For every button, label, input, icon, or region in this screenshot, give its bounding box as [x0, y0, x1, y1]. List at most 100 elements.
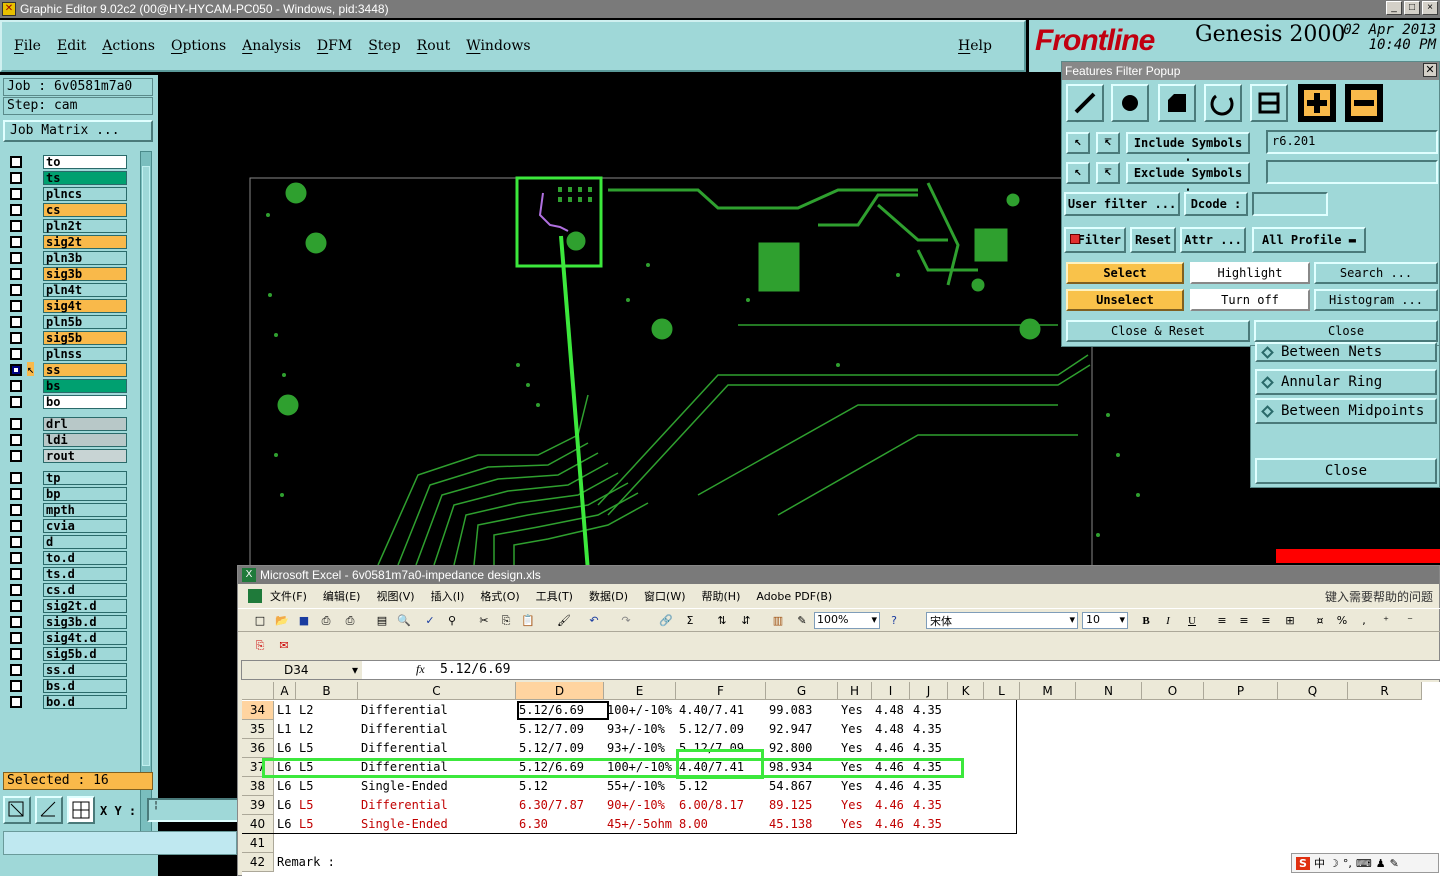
table-cell[interactable]: Yes: [838, 796, 863, 815]
layer-checkbox[interactable]: [10, 252, 22, 264]
layer-name[interactable]: ts: [43, 171, 127, 185]
secondary-close-button[interactable]: Close: [1255, 458, 1437, 484]
permission-icon[interactable]: ⎙: [318, 613, 334, 629]
between-nets-option[interactable]: Between Nets: [1255, 342, 1437, 362]
menu-rout[interactable]: Rout: [417, 38, 451, 54]
layer-row[interactable]: sig5b: [7, 331, 127, 345]
layer-name[interactable]: rout: [43, 449, 127, 463]
column-header-m[interactable]: M: [1020, 682, 1076, 700]
paste-icon[interactable]: 📋: [520, 613, 536, 629]
layer-checkbox[interactable]: [10, 204, 22, 216]
layer-row[interactable]: sig4t.d: [7, 631, 127, 645]
layer-row[interactable]: ldi: [7, 433, 127, 447]
annular-ring-option[interactable]: Annular Ring: [1255, 369, 1437, 395]
layer-checkbox[interactable]: [10, 300, 22, 312]
layer-name[interactable]: drl: [43, 417, 127, 431]
sort-desc-icon[interactable]: ⇵: [738, 613, 754, 629]
menu-dfm[interactable]: DFM: [317, 38, 352, 54]
layer-name[interactable]: bp: [43, 487, 127, 501]
text-shape-icon[interactable]: [1250, 84, 1288, 122]
pdf-mail-icon[interactable]: ✉: [276, 638, 292, 654]
layer-row[interactable]: pln5b: [7, 315, 127, 329]
table-cell[interactable]: L6: [274, 739, 291, 758]
table-cell[interactable]: 5.12: [516, 777, 548, 796]
arc-shape-icon[interactable]: [1204, 84, 1242, 122]
exclude-arrow-icon[interactable]: ↖: [1066, 162, 1090, 184]
ime-logo-icon[interactable]: S: [1296, 856, 1310, 870]
column-header-a[interactable]: A: [274, 682, 296, 700]
excel-menu-window[interactable]: 窗口(W): [644, 588, 685, 604]
comma-icon[interactable]: ,: [1356, 613, 1372, 629]
search-button[interactable]: Search ...: [1314, 262, 1438, 284]
table-cell[interactable]: Differential: [358, 701, 448, 720]
menu-file[interactable]: File: [14, 38, 41, 54]
include-symbols-input[interactable]: r6.201: [1266, 130, 1438, 154]
column-header-h[interactable]: H: [838, 682, 872, 700]
layer-checkbox[interactable]: [10, 488, 22, 500]
layer-name[interactable]: d: [43, 535, 127, 549]
layer-row[interactable]: ss ↖: [7, 362, 127, 377]
column-header-p[interactable]: P: [1204, 682, 1278, 700]
ime-moon-icon[interactable]: ☽: [1329, 857, 1339, 870]
help-question-box[interactable]: 键入需要帮助的问题: [1325, 588, 1433, 605]
histogram-button[interactable]: Histogram ...: [1314, 289, 1438, 311]
table-cell[interactable]: 93+/-10%: [604, 739, 665, 758]
layer-row[interactable]: drl: [7, 417, 127, 431]
layer-name[interactable]: to: [43, 155, 127, 169]
exclude-symbols-label[interactable]: Exclude Symbols :: [1126, 162, 1250, 198]
layer-name[interactable]: sig5b.d: [43, 647, 127, 661]
layer-row[interactable]: plnss: [7, 347, 127, 361]
table-cell[interactable]: 4.35: [910, 720, 942, 739]
zoom-area-icon[interactable]: [3, 796, 31, 824]
percent-icon[interactable]: %: [1334, 613, 1350, 629]
include-pick-icon[interactable]: ↸: [1096, 132, 1120, 154]
popup-close-button[interactable]: Close: [1254, 320, 1438, 342]
table-cell[interactable]: 4.46: [872, 796, 904, 815]
layer-name[interactable]: ss: [43, 363, 127, 377]
drawing-icon[interactable]: ✎: [794, 613, 810, 629]
table-cell[interactable]: Yes: [838, 701, 863, 720]
row-header[interactable]: 36: [242, 739, 274, 758]
layer-row[interactable]: to: [7, 155, 127, 169]
excel-menu-edit[interactable]: 编辑(E): [323, 588, 361, 604]
unselect-button[interactable]: Unselect: [1066, 289, 1184, 311]
row-header[interactable]: 34: [242, 701, 274, 720]
chart-wizard-icon[interactable]: ▥: [770, 613, 786, 629]
open-icon[interactable]: 📂: [274, 613, 290, 629]
autosum-icon[interactable]: Σ: [682, 613, 698, 629]
reset-button[interactable]: Reset: [1130, 227, 1176, 253]
table-cell[interactable]: 92.947: [766, 720, 812, 739]
layer-name[interactable]: cs.d: [43, 583, 127, 597]
maximize-button[interactable]: □: [1404, 1, 1420, 15]
layer-name[interactable]: plnss: [43, 347, 127, 361]
table-cell[interactable]: Yes: [838, 777, 863, 796]
table-cell[interactable]: 4.46: [872, 777, 904, 796]
layer-checkbox[interactable]: [10, 568, 22, 580]
layer-row[interactable]: pln3b: [7, 251, 127, 265]
layer-row[interactable]: bo.d: [7, 695, 127, 709]
ime-tool-icon[interactable]: ✎: [1390, 857, 1399, 870]
layer-row[interactable]: pln2t: [7, 219, 127, 233]
layer-name[interactable]: bs.d: [43, 679, 127, 693]
layer-name[interactable]: pln5b: [43, 315, 127, 329]
select-button[interactable]: Select: [1066, 262, 1184, 284]
table-cell[interactable]: L6: [274, 796, 291, 815]
layer-checkbox[interactable]: [10, 696, 22, 708]
help-icon[interactable]: ?: [886, 613, 902, 629]
layer-name[interactable]: sig4t: [43, 299, 127, 313]
layer-name[interactable]: bo.d: [43, 695, 127, 709]
menu-actions[interactable]: Actions: [102, 38, 155, 54]
spreadsheet-grid[interactable]: ABCDEFGHIJKLMNOPQR 34 L1 L2 Differential 5.1…: [242, 682, 1440, 876]
layer-checkbox[interactable]: [10, 418, 22, 430]
layer-name[interactable]: bo: [43, 395, 127, 409]
table-cell[interactable]: 8.00: [676, 815, 708, 834]
layer-checkbox[interactable]: [10, 472, 22, 484]
layer-checkbox[interactable]: [10, 584, 22, 596]
excel-menu-icon[interactable]: [248, 589, 262, 603]
layer-row[interactable]: rout: [7, 449, 127, 463]
underline-icon[interactable]: U: [1184, 613, 1200, 629]
table-cell[interactable]: Yes: [838, 720, 863, 739]
layer-name[interactable]: ss.d: [43, 663, 127, 677]
table-cell[interactable]: 6.30: [516, 815, 548, 834]
layer-row[interactable]: sig3b: [7, 267, 127, 281]
